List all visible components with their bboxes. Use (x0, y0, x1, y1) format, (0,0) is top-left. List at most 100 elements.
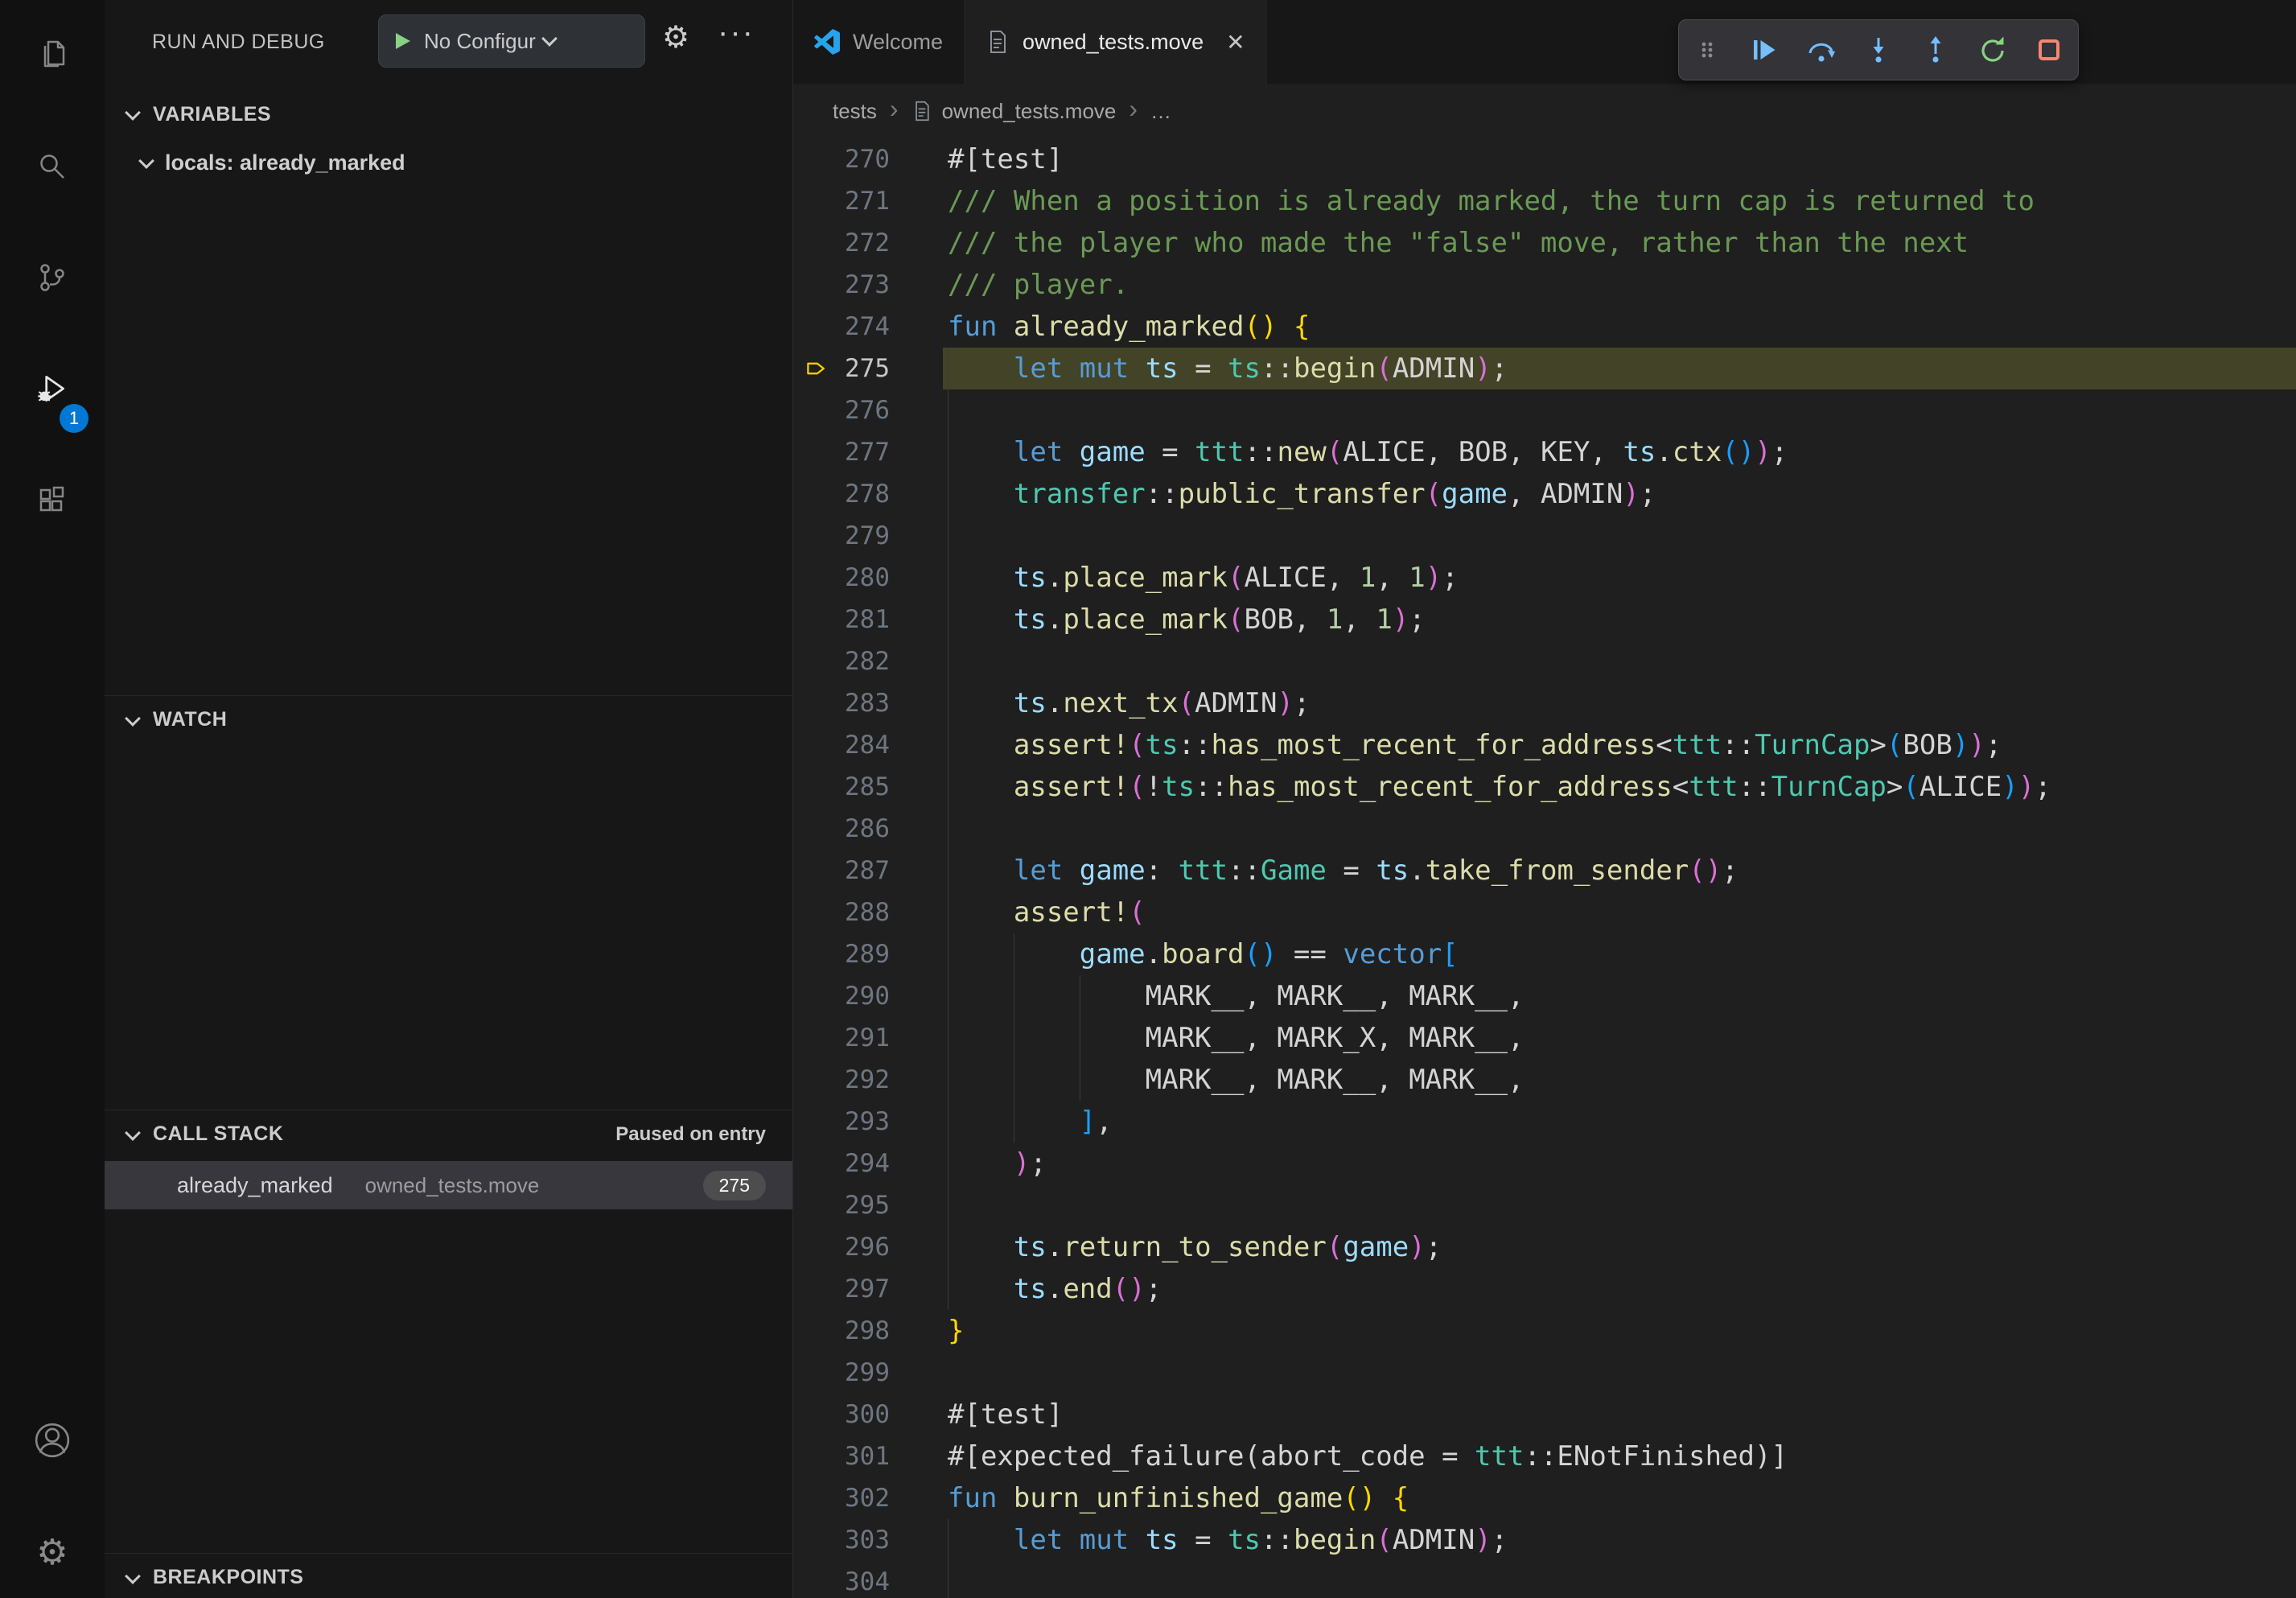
line-number[interactable]: 279 (793, 515, 890, 557)
line-number[interactable]: 291 (793, 1017, 890, 1059)
line-number[interactable]: 277 (793, 431, 890, 473)
line-number[interactable]: 282 (793, 640, 890, 682)
step-over-icon[interactable] (1799, 27, 1844, 72)
run-and-debug-icon[interactable]: 1 (0, 333, 105, 444)
line-number[interactable]: 272 (793, 222, 890, 264)
line-number[interactable]: 274 (793, 306, 890, 348)
line-number[interactable]: 294 (793, 1143, 890, 1184)
code-line[interactable]: 287 let game: ttt::Game = ts.take_from_s… (793, 850, 2296, 892)
line-number[interactable]: 283 (793, 682, 890, 724)
code-line[interactable]: 291 MARK__, MARK_X, MARK__, (793, 1017, 2296, 1059)
code-line[interactable]: 303 let mut ts = ts::begin(ADMIN); (793, 1519, 2296, 1561)
code-line[interactable]: 304 (793, 1561, 2296, 1598)
line-number[interactable]: 273 (793, 264, 890, 306)
code-line[interactable]: 278 transfer::public_transfer(game, ADMI… (793, 473, 2296, 515)
code-line[interactable]: 293 ], (793, 1101, 2296, 1143)
breadcrumb-item-symbol[interactable]: … (1150, 99, 1171, 124)
code-line[interactable]: 284 assert!(ts::has_most_recent_for_addr… (793, 724, 2296, 766)
line-number[interactable]: 292 (793, 1059, 890, 1101)
more-actions-icon[interactable]: ··· (718, 14, 755, 51)
call-stack-frame-row[interactable]: already_marked owned_tests.move 275 (105, 1161, 792, 1209)
line-number[interactable]: 303 (793, 1519, 890, 1561)
line-number[interactable]: 293 (793, 1101, 890, 1143)
line-number[interactable]: 298 (793, 1310, 890, 1352)
line-number[interactable]: 287 (793, 850, 890, 892)
code-line[interactable]: 280 ts.place_mark(ALICE, 1, 1); (793, 557, 2296, 599)
account-icon[interactable] (0, 1404, 105, 1477)
line-number[interactable]: 297 (793, 1268, 890, 1310)
line-number[interactable]: 302 (793, 1477, 890, 1519)
continue-icon[interactable] (1742, 27, 1787, 72)
code-line[interactable]: 298} (793, 1310, 2296, 1352)
tab-owned-tests-move[interactable]: owned_tests.move ✕ (965, 0, 1267, 84)
code-line[interactable]: 275 let mut ts = ts::begin(ADMIN); (793, 348, 2296, 389)
variables-scope-row[interactable]: locals: already_marked (105, 138, 792, 187)
call-stack-section-header[interactable]: CALL STACK Paused on entry (105, 1110, 792, 1158)
line-number[interactable]: 301 (793, 1435, 890, 1477)
line-number[interactable]: 285 (793, 766, 890, 808)
code-line[interactable]: 270#[test] (793, 138, 2296, 180)
code-line[interactable]: 302fun burn_unfinished_game() { (793, 1477, 2296, 1519)
code-line[interactable]: 281 ts.place_mark(BOB, 1, 1); (793, 599, 2296, 640)
line-number[interactable]: 281 (793, 599, 890, 640)
line-number[interactable]: 271 (793, 180, 890, 222)
line-number[interactable]: 278 (793, 473, 890, 515)
breadcrumb-item-file[interactable]: owned_tests.move (942, 99, 1117, 124)
code-line[interactable]: 279 (793, 515, 2296, 557)
line-number[interactable]: 295 (793, 1184, 890, 1226)
line-number[interactable]: 300 (793, 1394, 890, 1435)
code-line[interactable]: 294 ); (793, 1143, 2296, 1184)
code-editor[interactable]: 270#[test]271/// When a position is alre… (793, 138, 2296, 1598)
code-line[interactable]: 276 (793, 389, 2296, 431)
explorer-icon[interactable] (0, 0, 105, 111)
step-out-icon[interactable] (1913, 27, 1958, 72)
code-line[interactable]: 301#[expected_failure(abort_code = ttt::… (793, 1435, 2296, 1477)
code-line[interactable]: 300#[test] (793, 1394, 2296, 1435)
line-number[interactable]: 286 (793, 808, 890, 850)
breakpoints-section-header[interactable]: BREAKPOINTS (105, 1553, 792, 1598)
code-line[interactable]: 288 assert!( (793, 892, 2296, 933)
code-line[interactable]: 299 (793, 1352, 2296, 1394)
line-number[interactable]: 284 (793, 724, 890, 766)
source-control-icon[interactable] (0, 222, 105, 333)
line-number[interactable]: 276 (793, 389, 890, 431)
code-line[interactable]: 292 MARK__, MARK__, MARK__, (793, 1059, 2296, 1101)
extensions-icon[interactable] (0, 444, 105, 555)
code-line[interactable]: 286 (793, 808, 2296, 850)
code-line[interactable]: 282 (793, 640, 2296, 682)
code-line[interactable]: 271/// When a position is already marked… (793, 180, 2296, 222)
code-line[interactable]: 297 ts.end(); (793, 1268, 2296, 1310)
line-number[interactable]: 296 (793, 1226, 890, 1268)
line-number[interactable]: 280 (793, 557, 890, 599)
restart-icon[interactable] (1970, 27, 2015, 72)
debug-settings-gear-icon[interactable]: ⚙ (662, 23, 689, 53)
code-line[interactable]: 283 ts.next_tx(ADMIN); (793, 682, 2296, 724)
breadcrumb-item-tests[interactable]: tests (833, 99, 877, 124)
code-line[interactable]: 277 let game = ttt::new(ALICE, BOB, KEY,… (793, 431, 2296, 473)
code-line[interactable]: 272/// the player who made the "false" m… (793, 222, 2296, 264)
line-number[interactable]: 289 (793, 933, 890, 975)
code-line[interactable]: 285 assert!(!ts::has_most_recent_for_add… (793, 766, 2296, 808)
tab-welcome[interactable]: Welcome (793, 0, 965, 84)
close-tab-icon[interactable]: ✕ (1226, 29, 1245, 56)
debug-config-button[interactable]: No Configur (378, 14, 645, 68)
toolbar-drag-grip-icon[interactable] (1685, 27, 1730, 72)
line-number[interactable]: 288 (793, 892, 890, 933)
code-line[interactable]: 274fun already_marked() { (793, 306, 2296, 348)
line-number[interactable]: 290 (793, 975, 890, 1017)
line-number[interactable]: 299 (793, 1352, 890, 1394)
stop-icon[interactable] (2026, 27, 2072, 72)
code-line[interactable]: 273/// player. (793, 264, 2296, 306)
line-number[interactable]: 270 (793, 138, 890, 180)
line-number[interactable]: 304 (793, 1561, 890, 1598)
code-line[interactable]: 295 (793, 1184, 2296, 1226)
step-into-icon[interactable] (1856, 27, 1901, 72)
settings-gear-icon[interactable]: ⚙ (0, 1517, 105, 1589)
search-icon[interactable] (0, 111, 105, 222)
watch-section-header[interactable]: WATCH (105, 695, 792, 743)
variables-section-header[interactable]: VARIABLES (105, 90, 792, 138)
code-line[interactable]: 290 MARK__, MARK__, MARK__, (793, 975, 2296, 1017)
code-line[interactable]: 296 ts.return_to_sender(game); (793, 1226, 2296, 1268)
code-line[interactable]: 289 game.board() == vector[ (793, 933, 2296, 975)
line-number[interactable]: 275 (793, 348, 890, 389)
